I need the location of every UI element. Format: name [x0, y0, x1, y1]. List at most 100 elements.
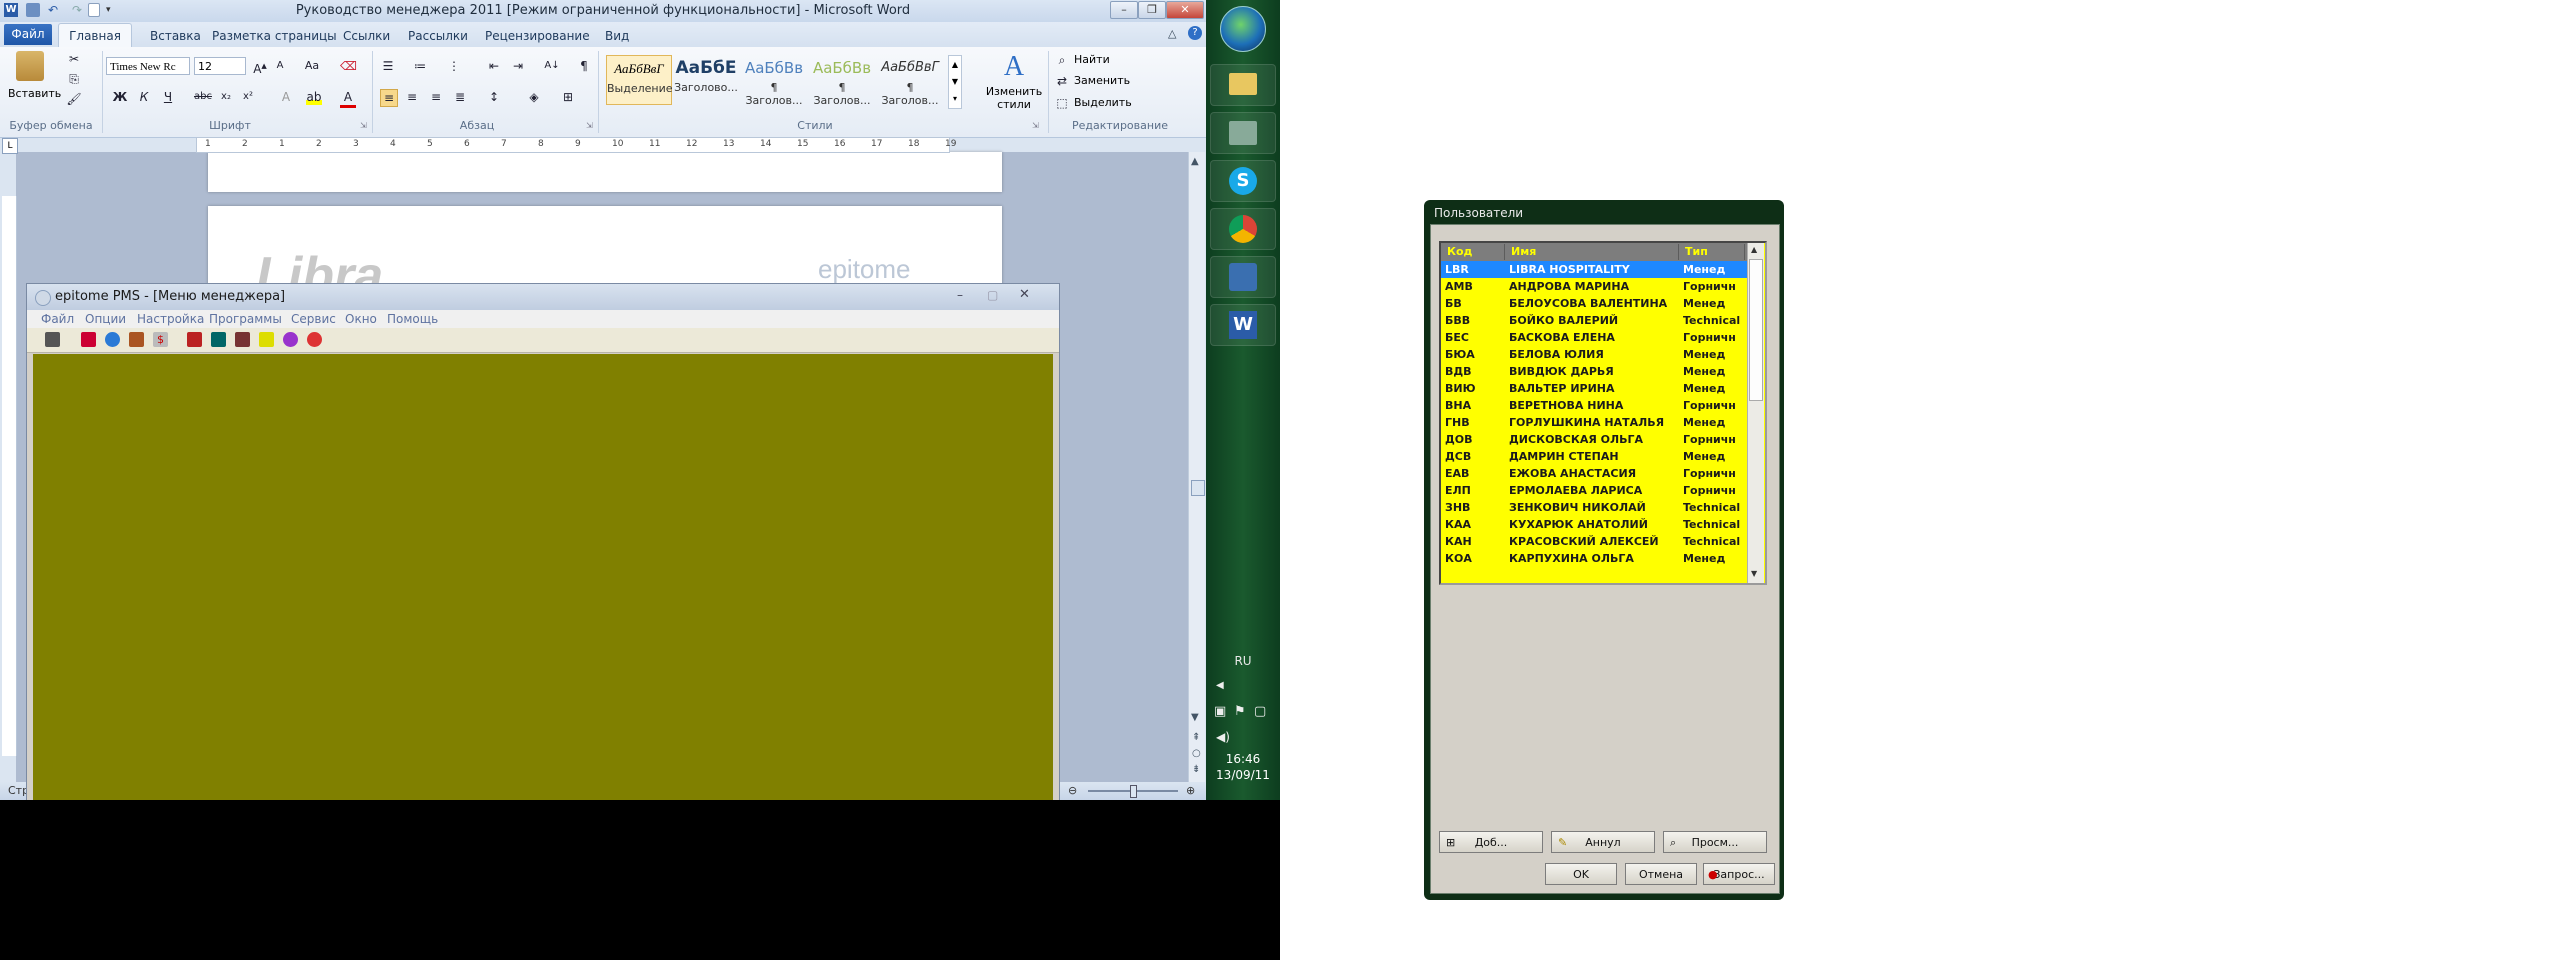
replace-icon[interactable]: ⇄: [1054, 73, 1070, 89]
house-icon[interactable]: [129, 332, 144, 347]
start-button[interactable]: [1220, 6, 1266, 52]
change-styles-button[interactable]: Изменить стили: [978, 85, 1050, 111]
pms-menu-file[interactable]: Файл: [41, 312, 74, 326]
change-case-icon[interactable]: Aa: [304, 58, 320, 74]
find-button[interactable]: Найти: [1074, 53, 1110, 66]
paste-button-label[interactable]: Вставить: [8, 87, 61, 100]
zoom-slider-thumb[interactable]: [1130, 785, 1137, 798]
table-row[interactable]: КАН КРАСОВСКИЙ АЛЕКСЕЙ Technical: [1441, 533, 1747, 550]
moon-icon[interactable]: [283, 332, 298, 347]
pms-menu-programs[interactable]: Программы: [209, 312, 282, 326]
font-dialog-launcher-icon[interactable]: ⇲: [360, 121, 367, 130]
decrease-indent-icon[interactable]: ⇤: [486, 58, 502, 74]
table-row[interactable]: ВИЮ ВАЛЬТЕР ИРИНА Менед: [1441, 380, 1747, 397]
target-icon[interactable]: [307, 332, 322, 347]
tab-home[interactable]: Главная: [58, 23, 132, 48]
pms-app-icon[interactable]: [35, 290, 51, 306]
numbering-icon[interactable]: ≔: [412, 58, 428, 74]
table-row[interactable]: КАА КУХАРЮК АНАТОЛИЙ Technical: [1441, 516, 1747, 533]
tab-insert[interactable]: Вставка: [150, 26, 201, 46]
multilevel-list-icon[interactable]: ⋮: [446, 58, 462, 74]
italic-icon[interactable]: К: [136, 89, 152, 105]
bullets-icon[interactable]: ☰: [380, 58, 396, 74]
find-icon[interactable]: ⌕: [1054, 52, 1070, 68]
pms-menu-service[interactable]: Сервис: [291, 312, 336, 326]
format-painter-icon[interactable]: 🖌: [66, 91, 82, 107]
table-row[interactable]: ВНА ВЕРЕТНОВА НИНА Горничн: [1441, 397, 1747, 414]
tray-flag-icon[interactable]: ⚑: [1234, 704, 1246, 719]
table-row[interactable]: БВВ БОЙКО ВАЛЕРИЙ Technical: [1441, 312, 1747, 329]
minimize-button[interactable]: –: [1110, 1, 1138, 19]
clock-date[interactable]: 13/09/11: [1206, 768, 1280, 782]
font-color-icon[interactable]: A: [340, 89, 356, 108]
tab-page-layout[interactable]: Разметка страницы: [212, 26, 337, 46]
taskbar-app-tools[interactable]: [1210, 112, 1276, 154]
tab-view[interactable]: Вид: [605, 26, 629, 46]
tray-expand-icon[interactable]: ◀: [1216, 680, 1224, 691]
taskbar-app-chrome[interactable]: [1210, 208, 1276, 250]
annul-user-button[interactable]: ✎ Аннул: [1551, 831, 1655, 853]
close-button[interactable]: ✕: [1166, 1, 1204, 19]
font-size-select[interactable]: 12: [194, 57, 246, 75]
tab-selector-icon[interactable]: L: [2, 138, 18, 154]
pms-menu-help[interactable]: Помощь: [387, 312, 438, 326]
tab-review[interactable]: Рецензирование: [485, 26, 590, 46]
next-page-icon[interactable]: ⇟: [1192, 764, 1200, 775]
scroll-down-icon[interactable]: ▼: [1191, 712, 1199, 723]
align-left-icon[interactable]: ≡: [380, 89, 398, 107]
pms-maximize-button[interactable]: ▢: [987, 288, 998, 302]
ribbon-collapse-icon[interactable]: △: [1168, 27, 1176, 40]
vertical-scrollbar[interactable]: ▲ ▼ ⇞ ○ ⇟: [1188, 152, 1205, 782]
line-spacing-icon[interactable]: ↕: [486, 89, 502, 105]
grow-font-icon[interactable]: A▲: [252, 58, 268, 76]
sort-icon[interactable]: A↓: [544, 58, 560, 74]
change-styles-icon[interactable]: A: [996, 51, 1032, 83]
select-icon[interactable]: ⬚: [1054, 95, 1070, 111]
grid-scroll-down-icon[interactable]: ▼: [1751, 569, 1757, 578]
style-heading4[interactable]: АаБбВвГ ¶ Заголов...: [878, 55, 942, 107]
document-page-1[interactable]: [208, 152, 1002, 192]
pms-close-button[interactable]: ✕: [1019, 287, 1030, 302]
underline-icon[interactable]: Ч: [160, 89, 176, 105]
table-row[interactable]: ЗНВ ЗЕНКОВИЧ НИКОЛАЙ Technical: [1441, 499, 1747, 516]
tab-mailings[interactable]: Рассылки: [408, 26, 468, 46]
styles-scroll[interactable]: ▲ ▼ ▾: [948, 55, 962, 109]
strikethrough-icon[interactable]: abc: [194, 89, 212, 105]
col-header-type[interactable]: Тип: [1681, 244, 1745, 260]
printer-icon[interactable]: [235, 332, 250, 347]
globe-icon[interactable]: [105, 332, 120, 347]
shading-icon[interactable]: ◈: [526, 89, 542, 105]
pms-minimize-button[interactable]: –: [957, 288, 963, 302]
zoom-out-icon[interactable]: ⊖: [1068, 784, 1077, 797]
clear-format-icon[interactable]: ⌫: [340, 58, 357, 74]
borders-icon[interactable]: ⊞: [560, 89, 576, 105]
taskbar-app-skype[interactable]: S: [1210, 160, 1276, 202]
table-row[interactable]: БЕС БАСКОВА ЕЛЕНА Горничн: [1441, 329, 1747, 346]
align-right-icon[interactable]: ≡: [428, 89, 444, 105]
grid-scrollbar[interactable]: ▲ ▼: [1747, 243, 1764, 583]
lightning-icon[interactable]: [259, 332, 274, 347]
show-marks-icon[interactable]: ¶: [576, 58, 592, 74]
col-header-code[interactable]: Код: [1443, 244, 1505, 260]
calculator-icon[interactable]: [211, 332, 226, 347]
subscript-icon[interactable]: x₂: [218, 89, 234, 105]
pms-menu-window[interactable]: Окно: [345, 312, 377, 326]
table-row[interactable]: ВДВ ВИВДЮК ДАРЬЯ Менед: [1441, 363, 1747, 380]
users-grid[interactable]: Код Имя Тип LBR LIBRA HOSPITALITY Менед АМВ…: [1439, 241, 1767, 585]
table-row[interactable]: ДОВ ДИСКОВСКАЯ ОЛЬГА Горничн: [1441, 431, 1747, 448]
tray-network-icon[interactable]: ▣: [1214, 704, 1226, 719]
taskbar-app-explorer[interactable]: [1210, 64, 1276, 106]
shrink-font-icon[interactable]: A: [272, 58, 288, 74]
style-heading3[interactable]: АаБбВв ¶ Заголов...: [810, 55, 874, 107]
exit-icon[interactable]: [45, 332, 60, 347]
table-row[interactable]: ЕАВ ЕЖОВА АНАСТАСИЯ Горничн: [1441, 465, 1747, 482]
text-effects-icon[interactable]: A: [278, 89, 294, 105]
table-row[interactable]: ДСВ ДАМРИН СТЕПАН Менед: [1441, 448, 1747, 465]
table-row[interactable]: ГНВ ГОРЛУШКИНА НАТАЛЬЯ Менед: [1441, 414, 1747, 431]
superscript-icon[interactable]: x²: [240, 89, 256, 105]
taskbar-app-pms[interactable]: [1210, 256, 1276, 298]
style-emphasis[interactable]: АаБбВвГ Выделение: [606, 55, 673, 105]
ok-button[interactable]: OK: [1545, 863, 1617, 885]
select-button[interactable]: Выделить: [1074, 96, 1132, 109]
add-user-button[interactable]: ⊞ Доб...: [1439, 831, 1543, 853]
